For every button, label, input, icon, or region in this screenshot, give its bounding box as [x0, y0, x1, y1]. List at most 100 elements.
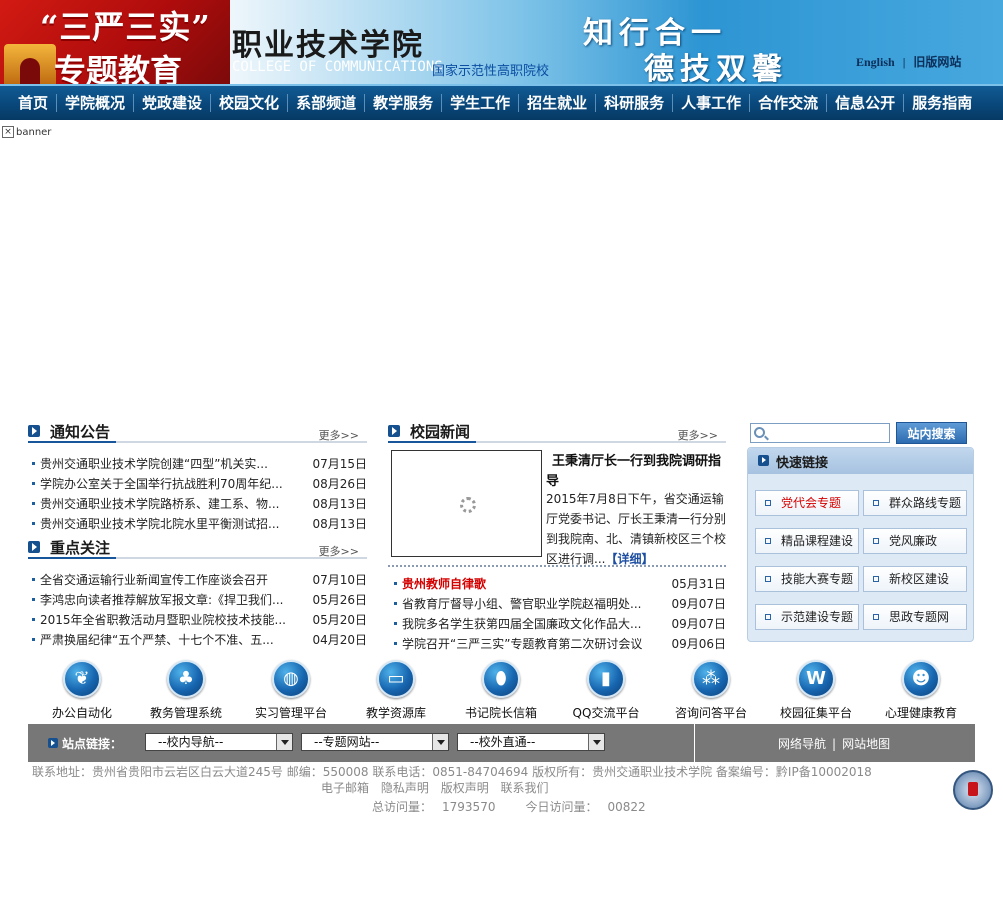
bar-chart-icon: ▮ — [601, 668, 611, 689]
nav-info[interactable]: 信息公开 — [827, 94, 905, 112]
quick-link-demo[interactable]: 示范建设专题 — [755, 604, 859, 630]
site-header: “三严三实” 专题教育 职业技术学院 COLLEGE OF COMMUNICAT… — [0, 0, 1003, 84]
app-psychology[interactable]: ☻ 心理健康教育 — [866, 660, 976, 721]
nav-research[interactable]: 科研服务 — [596, 94, 674, 112]
language-links: English | 旧版网站 — [856, 53, 961, 70]
total-visits: 1793570 — [442, 800, 496, 814]
notice-title: 通知公告 — [50, 423, 111, 441]
site-links-bar: 站点链接： --校内导航-- --专题网站-- --校外直通-- 网络导航 | 网站… — [28, 724, 975, 762]
gov-seal-icon[interactable] — [953, 770, 993, 810]
links-right: 网络导航 | 网站地图 — [778, 737, 891, 751]
app-collection[interactable]: W 校园征集平台 — [761, 660, 871, 721]
nav-home[interactable]: 首页 — [10, 94, 58, 112]
nav-culture[interactable]: 校园文化 — [211, 94, 289, 112]
links-divider — [694, 724, 695, 762]
globe-icon: ◍ — [283, 668, 299, 689]
feature-divider — [388, 565, 726, 567]
notice-list: 贵州交通职业技术学院创建“四型”机关实... 07月15日 学院办公室关于全国举行… — [30, 454, 367, 534]
search-button[interactable]: 站内搜索 — [896, 422, 967, 444]
app-mailbox[interactable]: ⬮ 书记院长信箱 — [446, 660, 556, 721]
list-item[interactable]: 省教育厅督导小组、警官职业学院赵福明处... 09月07日 — [392, 594, 726, 614]
list-item[interactable]: 全省交通运输行业新闻宣传工作座谈会召开 07月10日 — [30, 570, 367, 590]
w-logo-icon: W — [806, 668, 826, 689]
nav-about[interactable]: 学院概况 — [57, 94, 135, 112]
banner-placeholder: × banner — [2, 126, 51, 138]
nav-service[interactable]: 服务指南 — [904, 94, 980, 112]
campus-nav-select[interactable]: --校内导航-- — [145, 733, 293, 751]
campus-more-link[interactable]: 更多>> — [678, 427, 718, 443]
app-consulting[interactable]: ⁂ 咨询问答平台 — [656, 660, 766, 721]
feature-news-body: 2015年7月8日下午，省交通运输厅党委书记、厅长王秉清一行分别到我院南、北、清… — [546, 492, 727, 566]
quick-link-skills[interactable]: 技能大赛专题 — [755, 566, 859, 592]
list-item[interactable]: 严肃换届纪律“五个严禁、十七个不准、五... 04月20日 — [30, 630, 367, 650]
contact-link[interactable]: 联系我们 — [501, 781, 549, 795]
quick-links-title: 快速链接 — [776, 456, 829, 471]
search-icon — [754, 427, 765, 438]
list-item[interactable]: 李鸿忠向读者推荐解放军报文章:《捍卫我们... 05月26日 — [30, 590, 367, 610]
list-item[interactable]: 我院多名学生获第四届全国廉政文化作品大... 09月07日 — [392, 614, 726, 634]
focus-more-link[interactable]: 更多>> — [319, 543, 359, 559]
focus-title: 重点关注 — [50, 539, 111, 557]
quick-links-panel: 快速链接 党代会专题 群众路线专题 精品课程建设 党风廉政 技能大赛专题 新校区… — [747, 447, 974, 642]
app-academic-system[interactable]: ♣ 教务管理系统 — [131, 660, 241, 721]
email-link[interactable]: 电子邮箱 — [321, 781, 369, 795]
app-internship[interactable]: ◍ 实习管理平台 — [236, 660, 346, 721]
copyright-link[interactable]: 版权声明 — [441, 781, 489, 795]
old-site-link[interactable]: 旧版网站 — [913, 55, 961, 69]
privacy-link[interactable]: 隐私声明 — [381, 781, 429, 795]
list-item[interactable]: 贵州教师自律歌 05月31日 — [392, 574, 726, 594]
loading-spinner-icon — [460, 497, 476, 513]
nav-student[interactable]: 学生工作 — [442, 94, 520, 112]
college-tagline: 国家示范性高职院校 — [432, 64, 550, 79]
sitemap-link[interactable]: 网站地图 — [842, 737, 890, 751]
list-item[interactable]: 贵州交通职业技术学院路桥系、建工系、物... 08月13日 — [30, 494, 367, 514]
nav-admission[interactable]: 招生就业 — [519, 94, 597, 112]
english-link[interactable]: English — [856, 55, 895, 69]
feature-news-image[interactable] — [391, 450, 542, 557]
app-qq[interactable]: ▮ QQ交流平台 — [551, 660, 661, 721]
nav-teaching[interactable]: 教学服务 — [365, 94, 443, 112]
motto-line-2: 德技双馨 — [644, 52, 788, 84]
notice-more-link[interactable]: 更多>> — [319, 427, 359, 443]
quick-link-courses[interactable]: 精品课程建设 — [755, 528, 859, 554]
arrow-icon — [28, 425, 40, 437]
quick-link-integrity[interactable]: 党风廉政 — [863, 528, 967, 554]
list-item[interactable]: 贵州交通职业技术学院北院水里平衡测试招... 08月13日 — [30, 514, 367, 534]
today-visits: 00822 — [607, 800, 646, 814]
quick-link-congress[interactable]: 党代会专题 — [755, 490, 859, 516]
mouse-icon: ⬮ — [495, 668, 507, 689]
list-item[interactable]: 贵州交通职业技术学院创建“四型”机关实... 07月15日 — [30, 454, 367, 474]
tree-icon: ♣ — [177, 668, 195, 689]
network-nav-link[interactable]: 网络导航 — [778, 737, 826, 751]
arrow-icon — [758, 455, 769, 466]
arrow-icon — [388, 425, 400, 437]
quick-link-new-campus[interactable]: 新校区建设 — [863, 566, 967, 592]
quick-link-ideology[interactable]: 思政专题网 — [863, 604, 967, 630]
nav-hr[interactable]: 人事工作 — [673, 94, 751, 112]
nav-departments[interactable]: 系部频道 — [288, 94, 366, 112]
chevron-down-icon — [432, 734, 448, 750]
focus-list: 全省交通运输行业新闻宣传工作座谈会召开 07月10日 李鸿忠向读者推荐解放军报文章… — [30, 570, 367, 650]
notice-header: 通知公告 更多>> — [28, 421, 367, 443]
nav-party[interactable]: 党政建设 — [134, 94, 212, 112]
search-input[interactable] — [750, 423, 890, 443]
arrow-icon — [28, 541, 40, 553]
feature-news-title[interactable]: 王秉清厅长一行到我院调研指导 — [546, 452, 726, 492]
feature-detail-link[interactable]: 【详细】 — [605, 552, 653, 566]
promo-banner[interactable]: “三严三实” 专题教育 — [0, 0, 230, 84]
list-item[interactable]: 学院办公室关于全国举行抗战胜利70周年纪... 08月26日 — [30, 474, 367, 494]
list-item[interactable]: 学院召开“三严三实”专题教育第二次研讨会议 09月06日 — [392, 634, 726, 654]
topic-sites-select[interactable]: --专题网站-- — [301, 733, 449, 751]
external-links-select[interactable]: --校外直通-- — [457, 733, 605, 751]
site-links-label: 站点链接： — [62, 737, 123, 751]
campus-header: 校园新闻 更多>> — [388, 421, 726, 443]
broken-image-icon: × — [2, 126, 14, 138]
app-resources[interactable]: ▭ 教学资源库 — [341, 660, 451, 721]
footer-links: 电子邮箱 隐私声明 版权声明 联系我们 — [321, 779, 557, 796]
nav-cooperation[interactable]: 合作交流 — [750, 94, 828, 112]
quick-link-mass-line[interactable]: 群众路线专题 — [863, 490, 967, 516]
leaf-icon: ❦ — [74, 668, 90, 689]
list-item[interactable]: 2015年全省职教活动月暨职业院校技术技能... 05月20日 — [30, 610, 367, 630]
app-office-automation[interactable]: ❦ 办公自动化 — [27, 660, 137, 721]
arrow-icon — [48, 738, 58, 748]
